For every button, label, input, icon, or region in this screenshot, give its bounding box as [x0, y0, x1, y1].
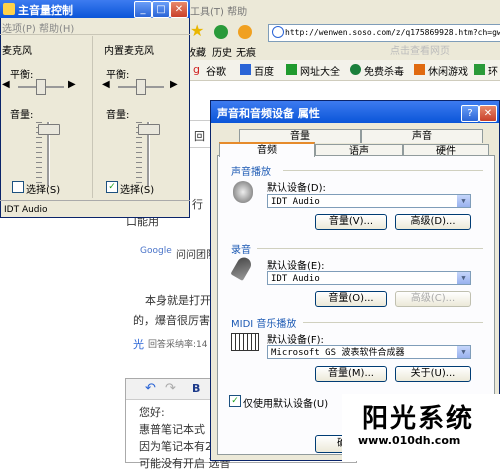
- answer-rate: 回答采纳率:14: [148, 340, 208, 350]
- answer-text: 本身就是打开: [145, 294, 211, 307]
- link-games[interactable]: 休闲游戏: [428, 63, 468, 78]
- history-icon[interactable]: [214, 25, 228, 39]
- page-text-fragment: 行: [192, 198, 203, 211]
- link-antivirus[interactable]: 免费杀毒: [364, 63, 404, 78]
- sites-icon: [286, 64, 297, 75]
- divider: [0, 34, 190, 35]
- left-speaker-icon: ◀: [102, 79, 110, 90]
- right-speaker-icon: ▶: [68, 79, 76, 90]
- playback-device-select[interactable]: IDT Audio ▼: [267, 194, 471, 208]
- incognito-icon[interactable]: [238, 25, 252, 39]
- group-line: [283, 170, 483, 171]
- recording-advanced-button[interactable]: 高级(C)...: [395, 291, 471, 307]
- recording-group-title: 录音: [231, 245, 251, 256]
- select-label[interactable]: 选择(S): [26, 181, 60, 196]
- link-baidu[interactable]: 百度: [254, 63, 274, 78]
- builtin-mic-label: 内置麦克风: [104, 46, 154, 57]
- chevron-down-icon: ▼: [457, 346, 470, 358]
- editor-line: 您好:: [139, 406, 165, 419]
- midi-volume-button[interactable]: 音量(M)...: [315, 366, 387, 382]
- redo-icon[interactable]: ↷: [165, 381, 176, 396]
- editor-line: 惠普笔记本式: [139, 423, 205, 436]
- undo-icon[interactable]: ↶: [145, 381, 156, 396]
- watermark-title: 阳光系统: [362, 404, 475, 434]
- tab-audio[interactable]: 音频: [219, 142, 315, 157]
- midi-group-title: MIDI 音乐播放: [231, 319, 297, 330]
- maximize-button[interactable]: □: [152, 1, 170, 18]
- left-speaker-icon: ◀: [2, 79, 10, 90]
- recording-device-value: IDT Audio: [271, 274, 320, 284]
- history-label[interactable]: 历史: [212, 44, 232, 59]
- select-label[interactable]: 选择(S): [120, 181, 154, 196]
- address-text: http://wenwen.soso.com/z/q175869928.htm?…: [285, 28, 500, 37]
- games-icon: [414, 64, 425, 75]
- recording-default-label: 默认设备(E):: [267, 261, 325, 272]
- playback-advanced-button[interactable]: 高级(D)...: [395, 214, 471, 230]
- midi-device-select[interactable]: Microsoft GS 波表软件合成器 ▼: [267, 345, 471, 359]
- mic-label: 麦克风: [2, 46, 32, 57]
- address-bar[interactable]: http://wenwen.soso.com/z/q175869928.htm?…: [268, 24, 500, 42]
- midi-about-button[interactable]: 关于(U)...: [395, 366, 471, 382]
- site-icon: [272, 26, 284, 38]
- browser-menu[interactable]: 工具(T) 帮助: [190, 3, 247, 18]
- use-default-label[interactable]: 仅使用默认设备(U): [243, 395, 328, 410]
- balance-slider[interactable]: [136, 79, 146, 95]
- tab-volume[interactable]: 音量: [239, 129, 361, 143]
- select-checkbox[interactable]: [12, 181, 24, 193]
- editor-line: 因为笔记本有2: [139, 440, 212, 453]
- volume-label: 音量:: [10, 110, 34, 121]
- volume-slider[interactable]: [38, 124, 60, 135]
- volume-label: 音量:: [106, 110, 130, 121]
- midi-device-value: Microsoft GS 波表软件合成器: [271, 348, 405, 358]
- select-checkbox-checked[interactable]: ✓: [106, 181, 118, 193]
- tab-sounds[interactable]: 声音: [361, 129, 483, 143]
- balance-slider[interactable]: [36, 79, 46, 95]
- chevron-down-icon: ▼: [457, 272, 470, 284]
- volume-menu[interactable]: 选项(P) 帮助(H): [2, 20, 74, 35]
- recording-device-select[interactable]: IDT Audio ▼: [267, 271, 471, 285]
- baidu-icon: [240, 64, 251, 75]
- incognito-label[interactable]: 无痕: [236, 44, 256, 59]
- google-icon: g: [193, 63, 200, 76]
- balance-label: 平衡:: [10, 70, 34, 81]
- page-text-fragment: 回: [194, 130, 205, 143]
- volume-title: 主音量控制: [18, 4, 73, 17]
- user-icon: 光: [133, 338, 144, 351]
- volume-slider[interactable]: [138, 124, 160, 135]
- divider: [92, 36, 93, 198]
- answer-text: 的，爆音很厉害: [133, 314, 210, 327]
- antivirus-icon: [350, 64, 361, 75]
- link-sites[interactable]: 网址大全: [300, 63, 340, 78]
- playback-device-value: IDT Audio: [271, 197, 320, 207]
- playback-volume-button[interactable]: 音量(V)...: [315, 214, 387, 230]
- link-more[interactable]: 环: [488, 63, 498, 78]
- minimize-button[interactable]: _: [134, 1, 152, 18]
- dialog-title: 声音和音频设备 属性: [217, 107, 320, 120]
- group-line: [257, 248, 483, 249]
- speaker-app-icon: [3, 3, 15, 15]
- address-hint: 点击查看网页: [390, 46, 450, 57]
- link-google[interactable]: 谷歌: [206, 63, 226, 78]
- watermark-url: www.010dh.com: [358, 434, 461, 447]
- bold-icon[interactable]: B: [192, 382, 200, 395]
- more-icon: [474, 64, 485, 75]
- midi-default-label: 默认设备(F):: [267, 335, 324, 346]
- playback-group-title: 声音播放: [231, 167, 271, 178]
- midi-keyboard-icon: [231, 333, 259, 351]
- right-speaker-icon: ▶: [170, 79, 178, 90]
- favorites-star-icon[interactable]: ★: [190, 23, 204, 39]
- group-line: [303, 322, 483, 323]
- playback-default-label: 默认设备(D):: [267, 183, 326, 194]
- recording-volume-button[interactable]: 音量(O)...: [315, 291, 387, 307]
- close-button[interactable]: ✕: [479, 105, 497, 122]
- google-logo: Google: [140, 246, 172, 256]
- speaker-icon: [233, 181, 253, 203]
- help-button[interactable]: ?: [461, 105, 479, 122]
- close-button[interactable]: ✕: [170, 1, 188, 18]
- chevron-down-icon: ▼: [457, 195, 470, 207]
- volume-status-bar: IDT Audio: [0, 200, 190, 218]
- use-default-checkbox[interactable]: ✓: [229, 395, 241, 407]
